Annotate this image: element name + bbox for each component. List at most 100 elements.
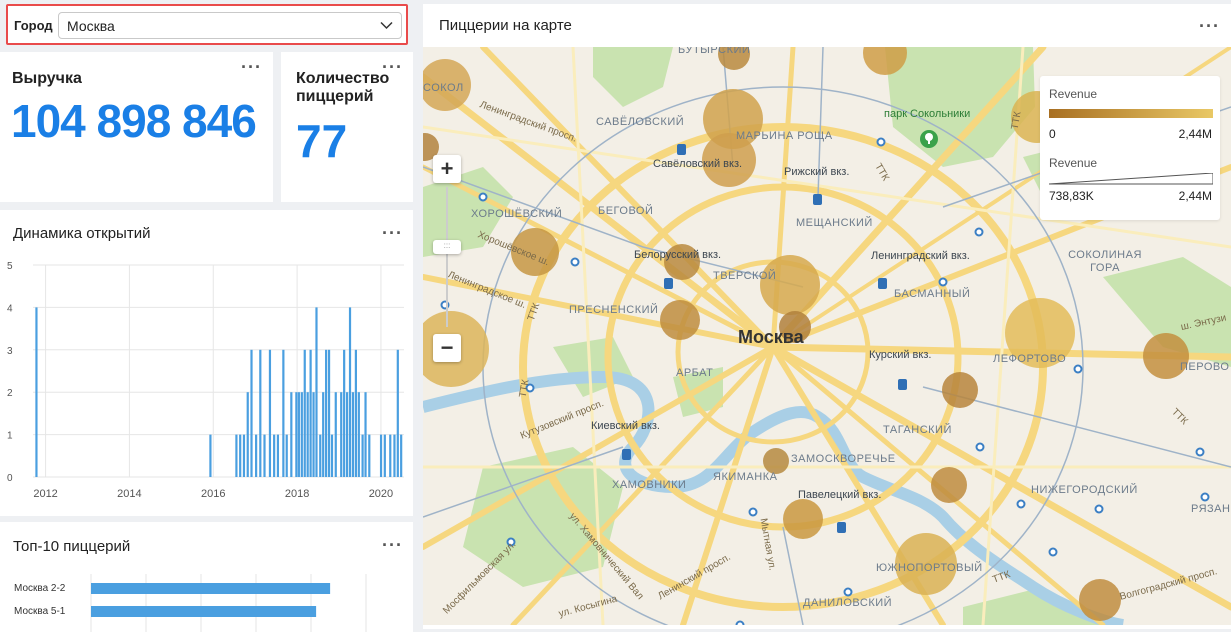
legend-size-max: 2,44M: [1178, 189, 1212, 203]
pizzeria-point[interactable]: [942, 372, 978, 408]
chart-bar[interactable]: [357, 392, 360, 477]
chart-bar[interactable]: [35, 307, 38, 477]
chart-bar[interactable]: [343, 349, 346, 477]
chart-bar[interactable]: [351, 392, 355, 477]
map-city-label: Москва: [738, 327, 804, 347]
chart-bar[interactable]: [259, 349, 262, 477]
more-menu-icon[interactable]: ···: [382, 536, 403, 554]
map-label: ПРЕСНЕНСКИЙ: [569, 304, 659, 316]
chart-bar[interactable]: [306, 392, 309, 477]
pizzeria-point[interactable]: [760, 255, 820, 315]
map-label: БАСМАННЫЙ: [894, 288, 971, 300]
chart-bar[interactable]: [364, 392, 367, 477]
chart-bar[interactable]: [368, 434, 371, 477]
zoom-slider-handle[interactable]: :::: [433, 240, 461, 254]
chart-bar[interactable]: [263, 434, 266, 477]
map-label: Белорусский вкз.: [634, 249, 722, 261]
city-filter-label: Город: [14, 18, 53, 33]
chart-bar[interactable]: [239, 434, 242, 477]
map-label: Киевский вкз.: [591, 420, 660, 432]
more-menu-icon[interactable]: ···: [1199, 17, 1220, 35]
map-label: БУТЫРСКИЙ: [678, 47, 751, 56]
legend-color-title: Revenue: [1049, 87, 1098, 101]
zoom-track: [446, 187, 448, 327]
kpi-count-title: Количество пиццерий: [296, 70, 390, 105]
park-icon: [920, 130, 938, 148]
kpi-revenue-title: Выручка: [12, 70, 82, 87]
chart-bar[interactable]: [400, 434, 403, 477]
chart-bar[interactable]: [268, 349, 272, 477]
chart-bar[interactable]: [300, 392, 303, 477]
chart-bar[interactable]: [309, 349, 312, 477]
legend-color-min: 0: [1049, 127, 1056, 141]
x-tick-label: 2016: [201, 488, 225, 500]
map-label: МЕЩАНСКИЙ: [796, 217, 873, 229]
city-select[interactable]: Москва: [58, 12, 402, 39]
chart-bar[interactable]: [209, 434, 212, 477]
kpi-count-card: ··· Количество пиццерий 77: [281, 52, 413, 202]
chart-bar[interactable]: [348, 307, 352, 477]
chart-bar[interactable]: [315, 307, 318, 477]
chart-bar[interactable]: [345, 392, 349, 477]
chart-bar[interactable]: [319, 434, 322, 477]
chart-bar[interactable]: [250, 349, 253, 477]
chart-bar[interactable]: [361, 434, 364, 477]
y-tick-label: 5: [7, 261, 13, 272]
chart-bar[interactable]: [242, 434, 246, 477]
opens-bar-chart: 0 1 2 3 4 5 2012 2014 2016 2018 2020: [7, 261, 404, 500]
map-label: Павелецкий вкз.: [798, 489, 882, 501]
chart-bar[interactable]: [327, 349, 331, 477]
chart-bar[interactable]: [393, 434, 396, 477]
category-label: Москва 5-1: [14, 606, 66, 617]
chart-bar[interactable]: [379, 434, 383, 477]
chart-bar[interactable]: [290, 392, 293, 477]
legend-size-scale: [1049, 173, 1213, 185]
chart-bar[interactable]: [354, 349, 357, 477]
top10-chart-card: Топ-10 пиццерий ··· Москва 2-2 Москва 5-1: [0, 522, 413, 632]
more-menu-icon[interactable]: ···: [241, 58, 262, 76]
zoom-in-button[interactable]: +: [433, 155, 461, 183]
chart-bar[interactable]: [235, 434, 238, 477]
x-tick-label: 2012: [33, 488, 57, 500]
pizzeria-point[interactable]: [931, 467, 967, 503]
chart-bar[interactable]: [285, 434, 288, 477]
y-tick-label: 3: [7, 346, 13, 357]
x-tick-label: 2018: [285, 488, 309, 500]
pizzeria-point[interactable]: [660, 300, 700, 340]
zoom-out-button[interactable]: −: [433, 334, 461, 362]
chart-bar[interactable]: [334, 392, 337, 477]
map-label: ЮЖНОПОРТОВЫЙ: [876, 562, 983, 574]
chart-bar[interactable]: [282, 349, 285, 477]
pizzeria-point[interactable]: [1079, 579, 1121, 621]
chart-bar[interactable]: [325, 349, 328, 477]
map-label: ТВЕРСКОЙ: [713, 270, 777, 282]
chart-bar[interactable]: [91, 583, 331, 594]
chart-bar[interactable]: [389, 434, 392, 477]
chart-bar[interactable]: [297, 392, 300, 477]
map-label: ХОРОШЁВСКИЙ: [471, 208, 563, 220]
city-select-value: Москва: [67, 18, 115, 34]
x-tick-label: 2020: [369, 488, 393, 500]
map-label: СОКОЛИНАЯ ГОРА: [1068, 249, 1142, 274]
chart-bar[interactable]: [255, 434, 258, 477]
chart-bar[interactable]: [303, 349, 306, 477]
chart-bar[interactable]: [322, 392, 325, 477]
map-label: БЕГОВОЙ: [598, 205, 654, 217]
chart-bar[interactable]: [330, 434, 334, 477]
chart-bar[interactable]: [383, 434, 386, 477]
chart-bar[interactable]: [396, 349, 399, 477]
map-label: СОКОЛ: [423, 82, 464, 94]
map-canvas[interactable]: БУТЫРСКИЙ СОКОЛ Ленинградский просп. САВ…: [423, 47, 1231, 625]
chart-bar[interactable]: [246, 392, 249, 477]
legend-size-min: 738,83K: [1049, 189, 1094, 203]
chart-bar[interactable]: [273, 434, 276, 477]
chart-bar[interactable]: [91, 606, 317, 617]
map-label: РЯЗАНСКИЙ: [1191, 503, 1231, 515]
chart-bar[interactable]: [295, 392, 298, 477]
kpi-revenue-card: ··· Выручка 104 898 846: [0, 52, 273, 202]
pizzeria-point[interactable]: [783, 499, 823, 539]
map-label: парк Сокольники: [884, 108, 971, 120]
chart-bar[interactable]: [312, 392, 315, 477]
chart-bar[interactable]: [276, 434, 280, 477]
chart-bar[interactable]: [340, 392, 343, 477]
